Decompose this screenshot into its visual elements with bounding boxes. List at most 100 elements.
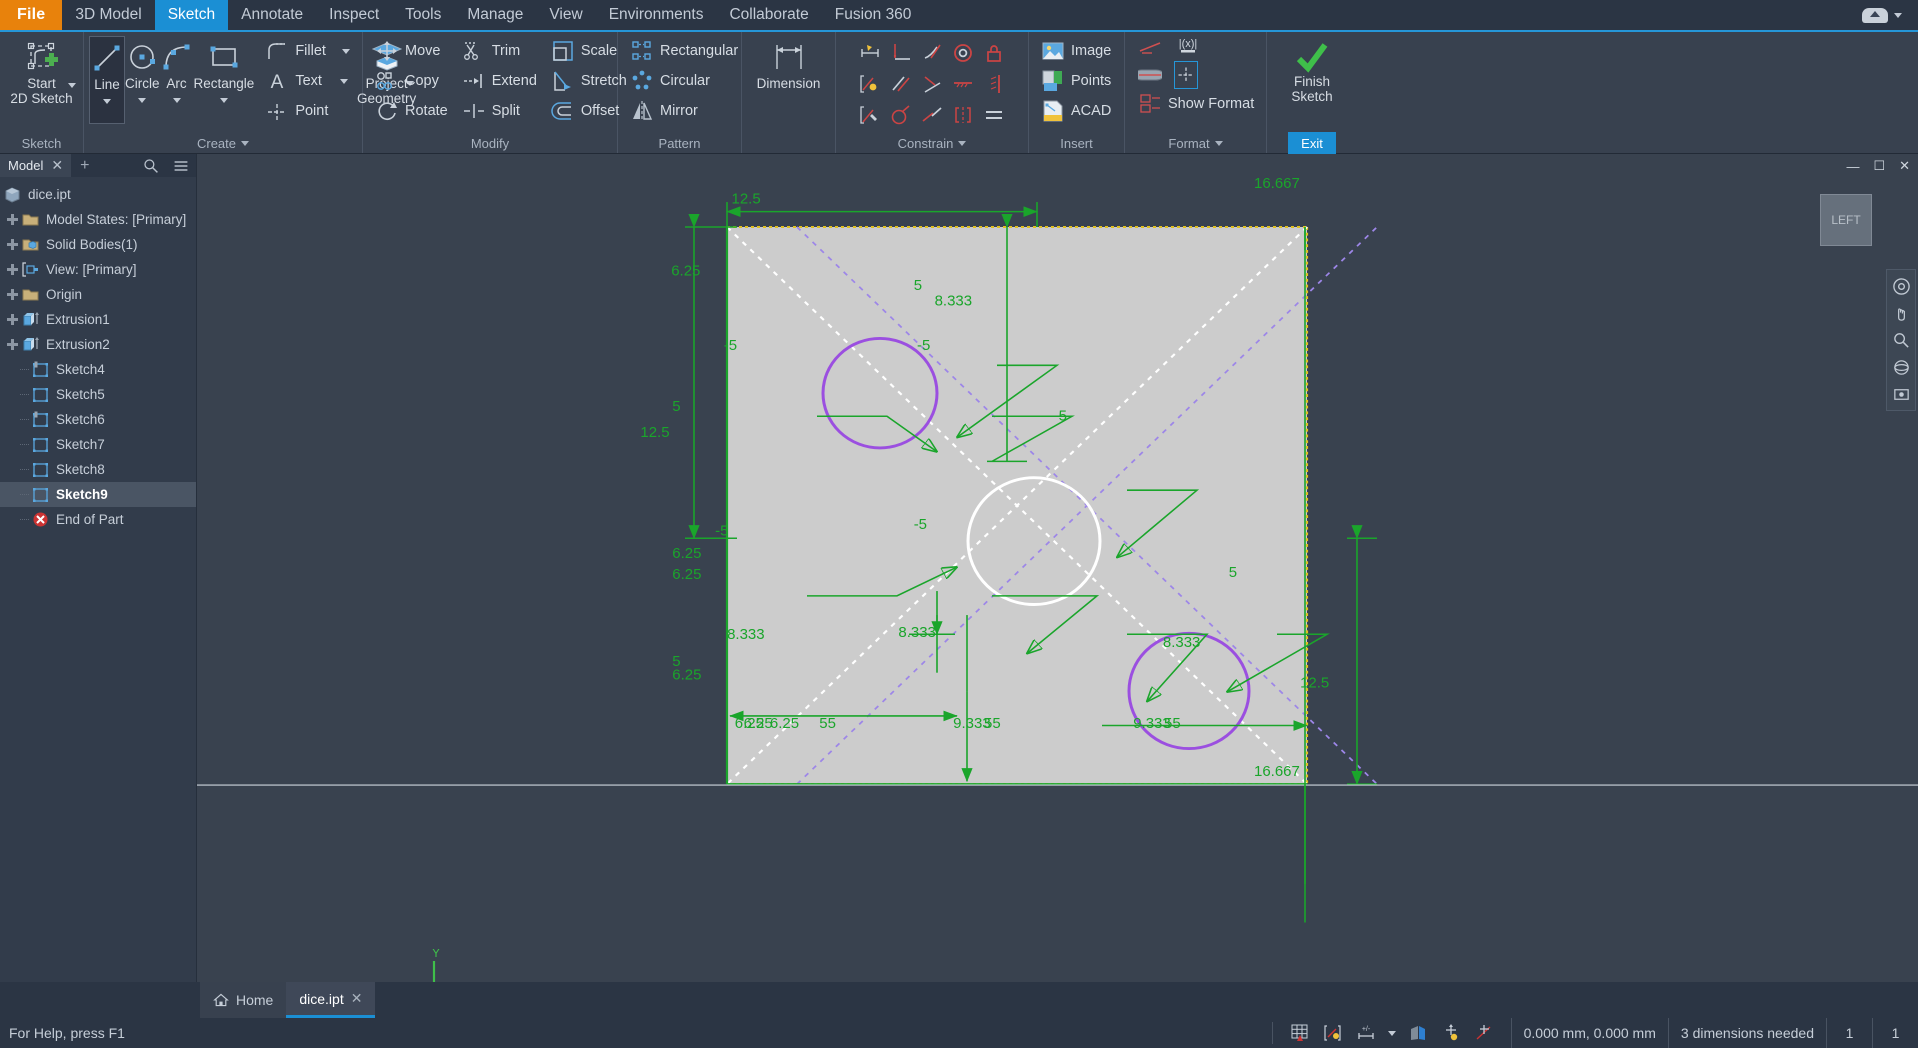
expand-icon[interactable] — [5, 337, 20, 352]
tree-item-sketch4[interactable]: Sketch4 — [0, 357, 196, 382]
menu-item-collaborate[interactable]: Collaborate — [716, 0, 821, 30]
dimension-value[interactable]: 12.5 — [732, 192, 761, 208]
collinear-constraint-icon[interactable] — [917, 100, 947, 130]
tree-item-origin[interactable]: Origin — [0, 282, 196, 307]
menu-item-annotate[interactable]: Annotate — [228, 0, 316, 30]
dimension-value[interactable]: 55 — [984, 716, 1001, 732]
menu-item-tools[interactable]: Tools — [392, 0, 454, 30]
tree-item-sketch5[interactable]: Sketch5 — [0, 382, 196, 407]
dimension-value[interactable]: 6.25 — [770, 716, 799, 732]
rectangular-pattern-button[interactable]: Rectangular — [623, 36, 745, 66]
tree-item-sketch9[interactable]: Sketch9 — [0, 482, 196, 507]
driven-dimension-icon[interactable]: |(x)| — [1176, 35, 1200, 59]
graphics-canvas[interactable]: 12.5 6.25 12.5 6.25 6.25 6.25 5 5 -5 -5 5 -5 -5 5 5 8.3… — [197, 154, 1918, 982]
dimension-value[interactable]: 6.25 — [671, 264, 700, 280]
horizontal-constraint-icon[interactable] — [948, 69, 978, 99]
dimension-value[interactable]: 55 — [819, 716, 836, 732]
tree-item-sketch7[interactable]: Sketch7 — [0, 432, 196, 457]
dimension-value[interactable]: -5 — [917, 338, 930, 354]
browser-tab-model[interactable]: Model ✕ — [0, 154, 72, 177]
expand-icon[interactable] — [5, 212, 20, 227]
start-2d-sketch-button[interactable]: Start 2D Sketch — [5, 36, 78, 106]
dimension-value[interactable]: 5 — [672, 399, 680, 415]
show-format-button[interactable]: Show Format — [1130, 89, 1261, 119]
menu-item-manage[interactable]: Manage — [454, 0, 536, 30]
close-icon[interactable]: ✕ — [51, 157, 63, 174]
tree-item-sketch8[interactable]: Sketch8 — [0, 457, 196, 482]
dimension-tool-button[interactable]: Dimension — [747, 36, 830, 92]
minimize-icon[interactable]: — — [1846, 159, 1859, 174]
menu-item-inspect[interactable]: Inspect — [316, 0, 392, 30]
perpendicular-constraint-icon[interactable] — [886, 38, 916, 68]
dimension-value[interactable]: 8.333 — [898, 625, 935, 641]
constraint-settings-icon[interactable] — [855, 100, 885, 130]
parallel-constraint-icon[interactable] — [886, 69, 916, 99]
menu-item-sketch[interactable]: Sketch — [154, 0, 229, 30]
dimension-value[interactable]: 6.25 — [672, 567, 701, 583]
menu-item-fusion-360[interactable]: Fusion 360 — [822, 0, 925, 30]
insert-image-button[interactable]: Image — [1034, 36, 1118, 66]
circular-pattern-button[interactable]: Circular — [623, 66, 745, 96]
extend-tool-button[interactable]: Extend — [455, 66, 544, 96]
centerline-icon[interactable] — [1138, 63, 1162, 87]
dimension-value[interactable]: 6.25 — [672, 668, 701, 684]
close-icon[interactable]: ✕ — [351, 990, 363, 1007]
move-tool-button[interactable]: Move — [368, 36, 455, 66]
mirror-button[interactable]: Mirror — [623, 96, 745, 126]
dimension-value[interactable]: 16.667 — [1254, 176, 1300, 192]
full-navigation-wheel-icon[interactable] — [1889, 274, 1913, 298]
equal-constraint-icon[interactable] — [886, 100, 916, 130]
finish-sketch-button[interactable]: Finish Sketch — [1276, 36, 1348, 104]
trim-tool-button[interactable]: Trim — [455, 36, 544, 66]
slice-graphics-icon[interactable] — [1407, 1022, 1429, 1044]
auto-dimension-icon[interactable] — [855, 38, 885, 68]
insert-acad-button[interactable]: ACAD — [1034, 96, 1118, 126]
smooth-constraint-icon[interactable] — [979, 100, 1009, 130]
menu-item-file[interactable]: File — [0, 0, 63, 30]
dimension-value[interactable]: 12.5 — [1300, 676, 1329, 692]
menu-item-3d-model[interactable]: 3D Model — [62, 0, 154, 30]
chevron-down-icon[interactable] — [1387, 1030, 1396, 1036]
tree-item-view-primary-[interactable]: View: [Primary] — [0, 257, 196, 282]
orbit-icon[interactable] — [1889, 355, 1913, 379]
tree-item-dice-ipt[interactable]: dice.ipt — [0, 182, 196, 207]
dimension-display-icon[interactable]: +/- — [1355, 1022, 1377, 1044]
symmetric-constraint-icon[interactable] — [948, 100, 978, 130]
tree-item-model-states-primary-[interactable]: Model States: [Primary] — [0, 207, 196, 232]
line-tool-button[interactable]: Line — [89, 36, 125, 124]
copy-tool-button[interactable]: Copy — [368, 66, 455, 96]
exit-chip-label[interactable]: Exit — [1288, 132, 1336, 155]
dimension-value[interactable]: 12.5 — [640, 425, 669, 441]
show-constraints-icon[interactable] — [855, 69, 885, 99]
text-tool-button[interactable]: A Text — [258, 66, 357, 96]
close-icon[interactable]: ✕ — [1899, 158, 1910, 174]
cloud-sync-button[interactable] — [1846, 0, 1918, 30]
search-icon[interactable] — [136, 154, 166, 177]
dimension-value[interactable]: 5 — [1059, 409, 1067, 425]
dimension-value[interactable]: 55 — [1164, 716, 1181, 732]
pan-icon[interactable] — [1889, 301, 1913, 325]
expand-icon[interactable] — [5, 312, 20, 327]
view-cube[interactable]: LEFT — [1820, 194, 1872, 246]
point-tool-button[interactable]: Point — [258, 96, 357, 126]
tree-item-solid-bodies-1-[interactable]: Solid Bodies(1) — [0, 232, 196, 257]
centerpoint-icon[interactable] — [1174, 61, 1198, 89]
dimension-value[interactable]: 6.25 — [735, 716, 764, 732]
coincident-constraint-icon[interactable] — [917, 69, 947, 99]
doc-tab-home[interactable]: Home — [200, 982, 287, 1018]
dimension-value[interactable]: 16.667 — [1254, 764, 1300, 780]
rotate-tool-button[interactable]: Rotate — [368, 96, 455, 126]
grid-snap-icon[interactable] — [1289, 1022, 1311, 1044]
dimension-value[interactable]: 6.25 — [672, 546, 701, 562]
tree-item-sketch6[interactable]: Sketch6 — [0, 407, 196, 432]
menu-item-environments[interactable]: Environments — [596, 0, 717, 30]
dimension-value[interactable]: 8.333 — [1163, 635, 1200, 651]
show-all-constraints-icon[interactable] — [1440, 1022, 1462, 1044]
show-all-degrees-icon[interactable] — [1473, 1022, 1495, 1044]
expand-icon[interactable] — [5, 237, 20, 252]
dimension-value[interactable]: 5 — [1229, 565, 1237, 581]
concentric-constraint-icon[interactable] — [948, 38, 978, 68]
split-tool-button[interactable]: Split — [455, 96, 544, 126]
construction-line-icon[interactable] — [1138, 35, 1162, 59]
menu-item-view[interactable]: View — [536, 0, 595, 30]
